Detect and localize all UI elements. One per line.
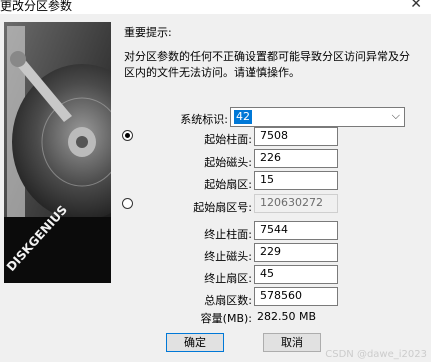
close-icon[interactable]: ✕ [410,0,422,12]
system-id-combobox[interactable]: 42 ⌵ [230,107,405,127]
start-head-label: 起始磁头: [204,156,252,169]
system-id-value: 42 [234,110,252,124]
window-title: 更改分区参数 [0,0,73,13]
end-sector-label: 终止扇区: [204,272,252,285]
total-sectors-label: 总扇区数: [204,294,252,307]
start-cylinder-input[interactable]: 7508 [254,127,338,146]
hint-text: 对分区参数的任何不正确设置都可能导致分区访问异常及分区内的文件无法访问。请谨慎操… [124,50,410,79]
capacity-value: 282.50 MB [257,310,317,323]
start-cylinder-label: 起始柱面: [204,133,252,146]
end-cylinder-input[interactable]: 7544 [254,221,338,240]
start-sector-label: 起始扇区: [204,178,252,191]
ok-button[interactable]: 确定 [166,333,224,352]
total-sectors-input[interactable]: 578560 [254,287,338,306]
capacity-label: 容量(MB): [200,312,252,325]
radio-selected-dot [125,133,130,138]
hint-title: 重要提示: [124,26,172,39]
hard-disk-illustration: DISKGENIUS [4,22,111,283]
start-head-input[interactable]: 226 [254,149,338,168]
end-sector-input[interactable]: 45 [254,265,338,284]
hard-disk-image: DISKGENIUS [4,22,111,283]
system-id-label: 系统标识: [180,113,228,126]
cancel-button[interactable]: 取消 [263,333,321,352]
watermark-text: CSDN @dawe_i2023 [325,349,427,360]
lba-mode-radio[interactable] [122,198,133,209]
end-head-input[interactable]: 229 [254,243,338,262]
chevron-down-icon[interactable]: ⌵ [392,109,400,123]
chs-mode-radio[interactable] [122,130,133,141]
title-bar: 更改分区参数 ✕ [0,0,431,14]
end-cylinder-label: 终止柱面: [204,228,252,241]
start-sector-input[interactable]: 15 [254,171,338,190]
start-lba-input: 120630272 [254,194,338,213]
end-head-label: 终止磁头: [204,250,252,263]
start-lba-label: 起始扇区号: [193,201,252,214]
